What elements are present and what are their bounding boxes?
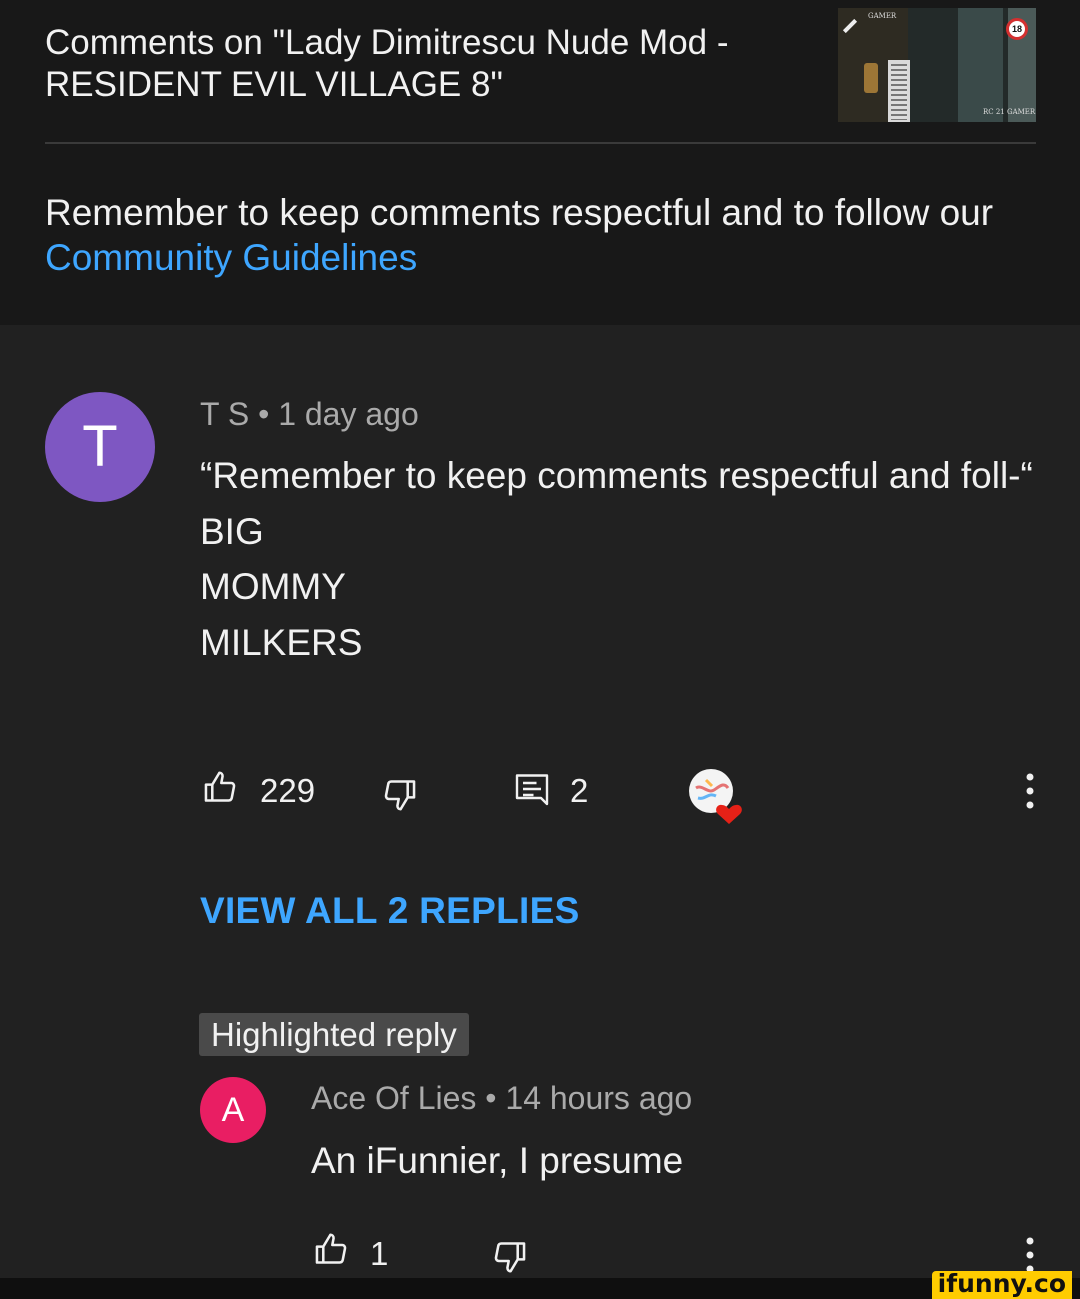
- comment-line: MOMMY: [200, 566, 346, 607]
- avatar[interactable]: T: [45, 392, 155, 502]
- like-count: 229: [260, 772, 316, 809]
- avatar[interactable]: A: [200, 1077, 266, 1143]
- highlighted-reply-badge: Highlighted reply: [199, 1013, 469, 1056]
- comments-header: Comments on "Lady Dimitrescu Nude Mod - …: [0, 0, 1080, 325]
- page-title: Comments on "Lady Dimitrescu Nude Mod - …: [45, 23, 729, 104]
- video-thumbnail[interactable]: GAMER 18 RC 21 GAMER: [838, 8, 1036, 122]
- comment-time: 1 day ago: [278, 396, 419, 432]
- reply-like-count: 1: [370, 1235, 389, 1272]
- ifunny-watermark: ifunny.co: [931, 1271, 1072, 1299]
- like-icon[interactable]: [313, 1230, 351, 1268]
- meta-separator: •: [485, 1080, 497, 1116]
- comment-line: MILKERS: [200, 621, 363, 663]
- meta-separator: •: [258, 396, 270, 432]
- community-notice: Remember to keep comments respectful and…: [45, 190, 1035, 280]
- reply-icon[interactable]: [514, 772, 550, 812]
- view-all-replies-button[interactable]: VIEW ALL 2 REPLIES: [200, 888, 580, 934]
- reply-meta: Ace Of Lies • 14 hours ago: [311, 1079, 692, 1117]
- comment-text: “Remember to keep comments respectful an…: [200, 448, 1040, 670]
- comment-line: BIG: [200, 510, 264, 552]
- divider: [45, 142, 1036, 144]
- community-notice-text: Remember to keep comments respectful and…: [45, 192, 994, 233]
- creator-heart-icon: [689, 769, 742, 824]
- reply-author[interactable]: Ace Of Lies: [311, 1080, 476, 1116]
- dislike-icon[interactable]: [490, 1238, 528, 1276]
- reply-time: 14 hours ago: [505, 1080, 693, 1116]
- comment-line: “Remember to keep comments respectful an…: [200, 455, 1033, 496]
- comment-meta: T S • 1 day ago: [200, 395, 419, 433]
- reply-text: An iFunnier, I presume: [311, 1140, 684, 1181]
- community-guidelines-link[interactable]: Community Guidelines: [45, 237, 417, 278]
- bottom-bar: [0, 1278, 1080, 1299]
- age-rating-badge: 18: [1006, 18, 1028, 40]
- channel-logo-top: GAMER: [868, 12, 897, 20]
- like-icon[interactable]: [202, 768, 240, 806]
- dislike-icon[interactable]: [380, 776, 418, 814]
- reply-count: 2: [570, 772, 589, 809]
- channel-logo-bottom: RC 21 GAMER: [983, 108, 1036, 116]
- comment-author[interactable]: T S: [200, 396, 249, 432]
- more-vert-icon[interactable]: [1016, 772, 1044, 812]
